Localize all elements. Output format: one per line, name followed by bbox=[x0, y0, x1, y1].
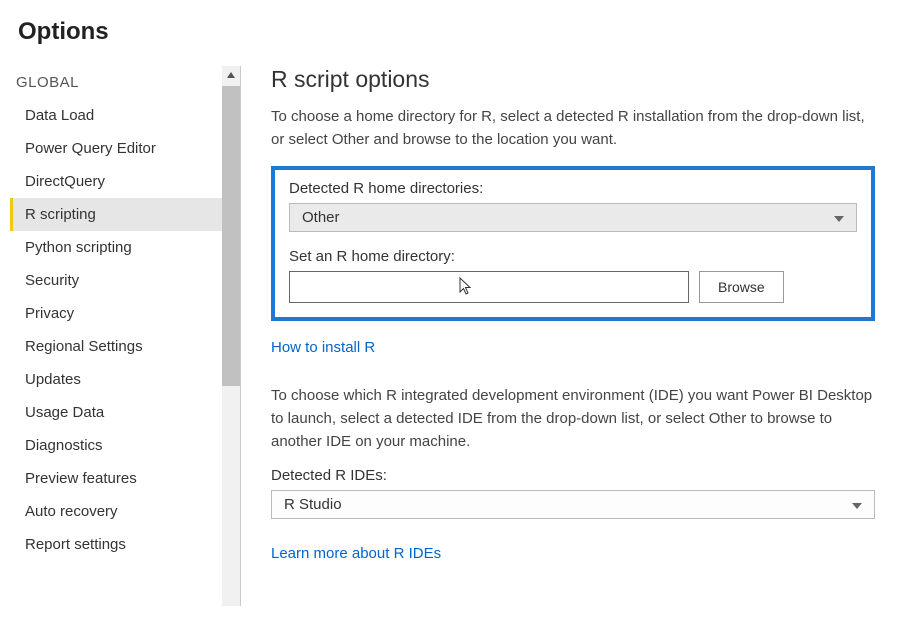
set-home-input[interactable] bbox=[289, 271, 689, 303]
sidebar-nav-list: Data Load Power Query Editor DirectQuery… bbox=[10, 99, 240, 561]
window-title: Options bbox=[0, 0, 901, 56]
sidebar-item-power-query-editor[interactable]: Power Query Editor bbox=[10, 132, 240, 165]
chevron-down-icon bbox=[852, 496, 862, 513]
sidebar: GLOBAL Data Load Power Query Editor Dire… bbox=[0, 56, 240, 616]
sidebar-scrollbar-thumb[interactable] bbox=[222, 86, 240, 386]
sidebar-item-usage-data[interactable]: Usage Data bbox=[10, 396, 240, 429]
sidebar-item-privacy[interactable]: Privacy bbox=[10, 297, 240, 330]
detected-home-dropdown[interactable]: Other bbox=[289, 203, 857, 232]
home-directory-highlight: Detected R home directories: Other Set a… bbox=[271, 166, 875, 321]
install-r-link[interactable]: How to install R bbox=[271, 339, 375, 356]
sidebar-item-data-load[interactable]: Data Load bbox=[10, 99, 240, 132]
content-title: R script options bbox=[271, 66, 875, 93]
sidebar-item-report-settings[interactable]: Report settings bbox=[10, 528, 240, 561]
sidebar-item-updates[interactable]: Updates bbox=[10, 363, 240, 396]
detected-home-selected: Other bbox=[302, 209, 340, 226]
sidebar-scrollbar-track[interactable] bbox=[222, 66, 240, 606]
detected-ide-dropdown[interactable]: R Studio bbox=[271, 490, 875, 519]
content-intro: To choose a home directory for R, select… bbox=[271, 105, 875, 152]
sidebar-item-preview-features[interactable]: Preview features bbox=[10, 462, 240, 495]
sidebar-item-python-scripting[interactable]: Python scripting bbox=[10, 231, 240, 264]
sidebar-item-regional-settings[interactable]: Regional Settings bbox=[10, 330, 240, 363]
learn-ide-link[interactable]: Learn more about R IDEs bbox=[271, 545, 441, 562]
sidebar-item-r-scripting[interactable]: R scripting bbox=[10, 198, 240, 231]
ide-intro: To choose which R integrated development… bbox=[271, 384, 875, 454]
sidebar-item-directquery[interactable]: DirectQuery bbox=[10, 165, 240, 198]
content-pane: R script options To choose a home direct… bbox=[241, 56, 901, 616]
detected-home-label: Detected R home directories: bbox=[289, 180, 857, 197]
scroll-up-arrow-icon[interactable] bbox=[222, 66, 240, 84]
sidebar-item-diagnostics[interactable]: Diagnostics bbox=[10, 429, 240, 462]
sidebar-item-auto-recovery[interactable]: Auto recovery bbox=[10, 495, 240, 528]
browse-button[interactable]: Browse bbox=[699, 271, 784, 303]
sidebar-item-security[interactable]: Security bbox=[10, 264, 240, 297]
chevron-down-icon bbox=[834, 209, 844, 226]
sidebar-section-global: GLOBAL bbox=[10, 70, 240, 99]
detected-ide-selected: R Studio bbox=[284, 496, 342, 513]
detected-ide-label: Detected R IDEs: bbox=[271, 467, 875, 484]
set-home-label: Set an R home directory: bbox=[289, 248, 857, 265]
